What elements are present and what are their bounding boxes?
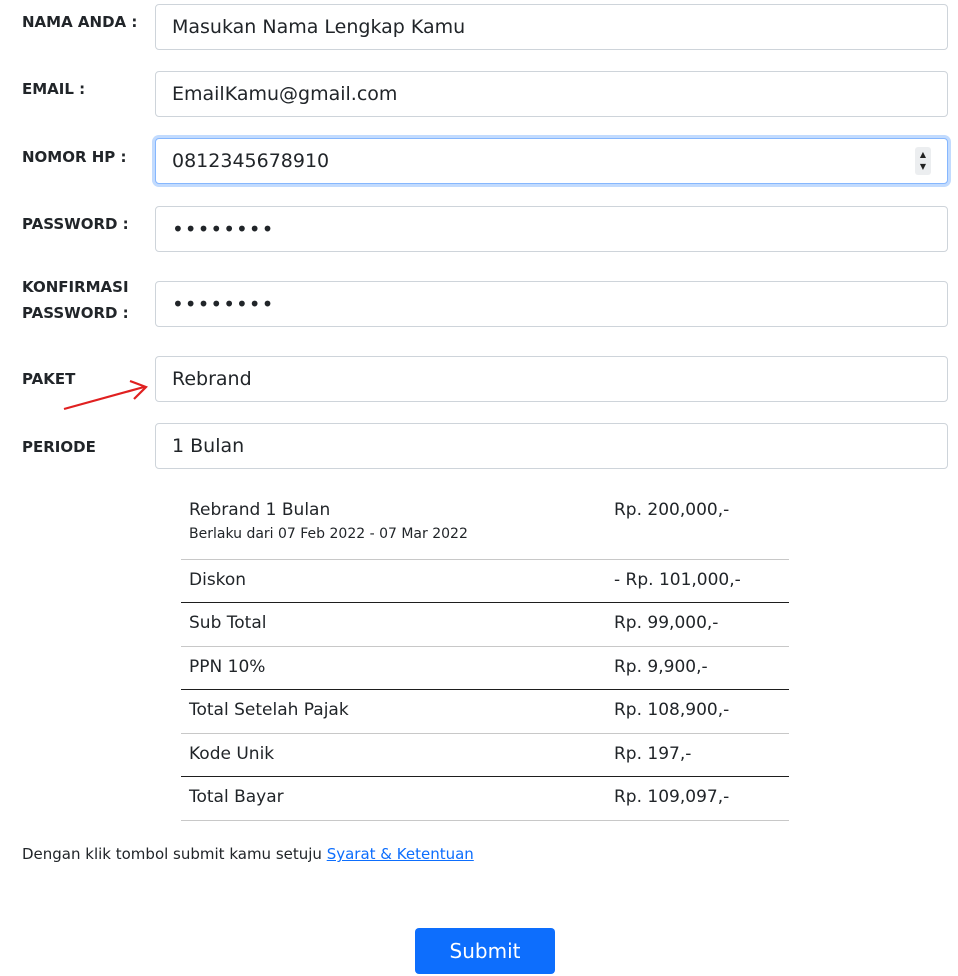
- submit-button[interactable]: Submit: [415, 928, 555, 974]
- terms-text: Dengan klik tombol submit kamu setuju Sy…: [22, 845, 474, 863]
- summary-item-name: Rebrand 1 Bulan: [189, 500, 331, 520]
- period-label: PERIODE: [22, 438, 96, 456]
- summary-item-price: Rp. 200,000,-: [614, 500, 730, 520]
- terms-prefix: Dengan klik tombol submit kamu setuju: [22, 845, 327, 863]
- summary-row-label: PPN 10%: [189, 657, 266, 677]
- number-spinner[interactable]: ▲ ▼: [915, 147, 931, 175]
- period-select-value: 1 Bulan: [172, 435, 245, 457]
- terms-link[interactable]: Syarat & Ketentuan: [327, 845, 474, 863]
- email-label: EMAIL :: [22, 80, 86, 98]
- summary-bottom-divider: [181, 820, 789, 821]
- confirm-label-line1: KONFIRMASI: [22, 278, 129, 296]
- summary-row-amount: Rp. 108,900,-: [614, 700, 730, 720]
- package-select-value: Rebrand: [172, 368, 252, 390]
- summary-row-label: Kode Unik: [189, 744, 275, 764]
- password-input[interactable]: ••••••••: [155, 206, 948, 252]
- summary-row-label: Diskon: [189, 570, 247, 590]
- confirm-label-line2: PASSWORD :: [22, 304, 129, 322]
- email-input[interactable]: EmailKamu@gmail.com: [155, 71, 948, 117]
- package-select[interactable]: Rebrand: [155, 356, 948, 402]
- summary-row: Kode Unik Rp. 197,-: [181, 733, 789, 777]
- spin-up-icon[interactable]: ▲: [920, 151, 926, 159]
- phone-input-value: 0812345678910: [172, 150, 330, 172]
- confirm-password-value: ••••••••: [172, 292, 275, 316]
- summary-row-amount: Rp. 109,097,-: [614, 787, 730, 807]
- summary-row: Total Bayar Rp. 109,097,-: [181, 776, 789, 820]
- summary-row: PPN 10% Rp. 9,900,-: [181, 646, 789, 690]
- summary-row: Sub Total Rp. 99,000,-: [181, 602, 789, 646]
- period-select[interactable]: 1 Bulan: [155, 423, 948, 469]
- summary-row-amount: Rp. 197,-: [614, 744, 692, 764]
- email-input-value: EmailKamu@gmail.com: [172, 83, 398, 105]
- password-input-value: ••••••••: [172, 217, 275, 241]
- summary-item-row: Rebrand 1 Bulan Rp. 200,000,- Berlaku da…: [181, 490, 789, 559]
- confirm-password-input[interactable]: ••••••••: [155, 281, 948, 327]
- summary-validity: Berlaku dari 07 Feb 2022 - 07 Mar 2022: [189, 526, 468, 542]
- name-label: NAMA ANDA :: [22, 13, 138, 31]
- password-label: PASSWORD :: [22, 215, 129, 233]
- summary-row-amount: Rp. 9,900,-: [614, 657, 708, 677]
- phone-label: NOMOR HP :: [22, 148, 127, 166]
- confirm-password-label: KONFIRMASI PASSWORD :: [22, 274, 129, 326]
- summary-row-amount: Rp. 99,000,-: [614, 613, 719, 633]
- red-arrow-icon: [63, 379, 148, 411]
- summary-row-label: Total Bayar: [189, 787, 284, 807]
- summary-row: Total Setelah Pajak Rp. 108,900,-: [181, 689, 789, 733]
- name-input[interactable]: Masukan Nama Lengkap Kamu: [155, 4, 948, 50]
- spin-down-icon[interactable]: ▼: [920, 163, 926, 171]
- summary-row-label: Total Setelah Pajak: [189, 700, 349, 720]
- summary-row-amount: - Rp. 101,000,-: [614, 570, 741, 590]
- summary-row: Diskon - Rp. 101,000,-: [181, 559, 789, 603]
- name-input-value: Masukan Nama Lengkap Kamu: [172, 16, 466, 38]
- summary-row-label: Sub Total: [189, 613, 267, 633]
- phone-input[interactable]: 0812345678910 ▲ ▼: [155, 138, 948, 184]
